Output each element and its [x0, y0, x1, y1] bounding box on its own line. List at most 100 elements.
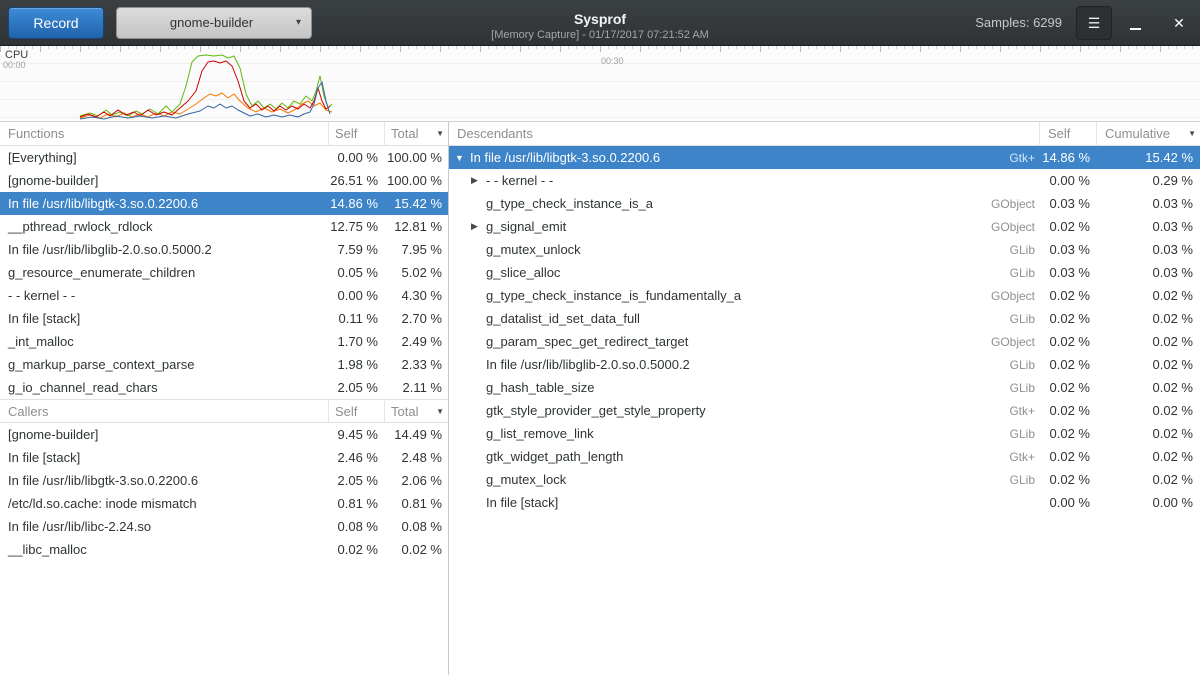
table-row[interactable]: g_type_check_instance_is_fundamentally_a…	[449, 284, 1200, 307]
table-row[interactable]: __pthread_rwlock_rdlock12.75 %12.81 %	[0, 215, 448, 238]
self-value: 0.05 %	[328, 265, 384, 280]
col-total[interactable]: Total ▼	[384, 400, 448, 422]
total-value: 15.42 %	[384, 196, 448, 211]
menu-button[interactable]: ☰	[1076, 6, 1112, 40]
col-descendants[interactable]: Descendants	[449, 126, 919, 141]
expander-icon[interactable]: ▼	[455, 153, 470, 163]
total-value: 2.06 %	[384, 473, 448, 488]
total-value: 7.95 %	[384, 242, 448, 257]
total-value: 12.81 %	[384, 219, 448, 234]
table-row[interactable]: In file /usr/lib/libglib-2.0.so.0.5000.2…	[0, 238, 448, 261]
self-value: 1.98 %	[328, 357, 384, 372]
table-row[interactable]: g_mutex_lockGLib0.02 %0.02 %	[449, 468, 1200, 491]
table-row[interactable]: ▼In file /usr/lib/libgtk-3.so.0.2200.6Gt…	[449, 146, 1200, 169]
expander-icon[interactable]: ▶	[471, 221, 486, 232]
cumulative-value: 0.02 %	[1096, 311, 1200, 326]
table-row[interactable]: In file /usr/lib/libglib-2.0.so.0.5000.2…	[449, 353, 1200, 376]
table-row[interactable]: g_mutex_unlockGLib0.03 %0.03 %	[449, 238, 1200, 261]
table-row[interactable]: g_param_spec_get_redirect_targetGObject0…	[449, 330, 1200, 353]
self-value: 9.45 %	[328, 427, 384, 442]
function-name: __libc_malloc	[0, 542, 328, 557]
library-badge: Gtk+	[919, 450, 1039, 464]
cumulative-value: 0.02 %	[1096, 357, 1200, 372]
self-value: 2.05 %	[328, 473, 384, 488]
cumulative-value: 0.03 %	[1096, 242, 1200, 257]
table-row[interactable]: g_datalist_id_set_data_fullGLib0.02 %0.0…	[449, 307, 1200, 330]
table-row[interactable]: g_list_remove_linkGLib0.02 %0.02 %	[449, 422, 1200, 445]
table-row[interactable]: ▶- - kernel - -0.00 %0.29 %	[449, 169, 1200, 192]
left-pane: Functions Self Total ▼ [Everything]0.00 …	[0, 122, 449, 675]
self-value: 0.02 %	[1039, 472, 1096, 487]
cumulative-value: 0.02 %	[1096, 380, 1200, 395]
table-row[interactable]: In file /usr/lib/libc-2.24.so0.08 %0.08 …	[0, 515, 448, 538]
table-row[interactable]: [Everything]0.00 %100.00 %	[0, 146, 448, 169]
table-row[interactable]: g_hash_table_sizeGLib0.02 %0.02 %	[449, 376, 1200, 399]
samples-count: Samples: 6299	[975, 15, 1062, 30]
table-row[interactable]: _int_malloc1.70 %2.49 %	[0, 330, 448, 353]
function-name: In file /usr/lib/libc-2.24.so	[0, 519, 328, 534]
table-row[interactable]: g_type_check_instance_is_aGObject0.03 %0…	[449, 192, 1200, 215]
close-button[interactable]: ✕	[1164, 8, 1194, 38]
col-callers[interactable]: Callers	[0, 404, 328, 419]
table-row[interactable]: g_resource_enumerate_children0.05 %5.02 …	[0, 261, 448, 284]
col-cumulative-label: Cumulative	[1105, 126, 1170, 141]
table-row[interactable]: [gnome-builder]26.51 %100.00 %	[0, 169, 448, 192]
table-row[interactable]: [gnome-builder]9.45 %14.49 %	[0, 423, 448, 446]
col-total[interactable]: Total ▼	[384, 122, 448, 145]
table-row[interactable]: In file /usr/lib/libgtk-3.so.0.2200.614.…	[0, 192, 448, 215]
total-value: 2.49 %	[384, 334, 448, 349]
total-value: 2.33 %	[384, 357, 448, 372]
col-total-label: Total	[391, 404, 418, 419]
expander-icon[interactable]: ▶	[471, 175, 486, 186]
col-self[interactable]: Self	[328, 122, 384, 145]
function-name: In file /usr/lib/libgtk-3.so.0.2200.6	[0, 473, 328, 488]
target-dropdown[interactable]: gnome-builder ▾	[116, 7, 312, 39]
table-row[interactable]: g_markup_parse_context_parse1.98 %2.33 %	[0, 353, 448, 376]
function-name: /etc/ld.so.cache: inode mismatch	[0, 496, 328, 511]
sort-descending-icon: ▼	[1188, 129, 1196, 138]
self-value: 7.59 %	[328, 242, 384, 257]
close-icon: ✕	[1173, 15, 1185, 32]
self-value: 0.03 %	[1039, 265, 1096, 280]
cpu-graph[interactable]: CPU 00:00 00:30	[0, 46, 1200, 122]
table-row[interactable]: - - kernel - -0.00 %4.30 %	[0, 284, 448, 307]
table-row[interactable]: g_slice_allocGLib0.03 %0.03 %	[449, 261, 1200, 284]
self-value: 0.02 %	[1039, 219, 1096, 234]
record-button[interactable]: Record	[8, 7, 104, 39]
table-row[interactable]: g_io_channel_read_chars2.05 %2.11 %	[0, 376, 448, 399]
self-value: 0.02 %	[1039, 288, 1096, 303]
table-row[interactable]: gtk_style_provider_get_style_propertyGtk…	[449, 399, 1200, 422]
col-cumulative[interactable]: Cumulative ▼	[1096, 122, 1200, 145]
table-row[interactable]: /etc/ld.so.cache: inode mismatch0.81 %0.…	[0, 492, 448, 515]
cumulative-value: 0.02 %	[1096, 403, 1200, 418]
library-badge: GLib	[919, 312, 1039, 326]
table-row[interactable]: ▶g_signal_emitGObject0.02 %0.03 %	[449, 215, 1200, 238]
function-name: gtk_style_provider_get_style_property	[486, 403, 919, 418]
function-name: g_param_spec_get_redirect_target	[486, 334, 919, 349]
function-name: g_markup_parse_context_parse	[0, 357, 328, 372]
table-row[interactable]: In file [stack]2.46 %2.48 %	[0, 446, 448, 469]
total-value: 0.08 %	[384, 519, 448, 534]
function-name: g_mutex_lock	[486, 472, 919, 487]
library-badge: Gtk+	[919, 151, 1039, 165]
function-name: g_io_channel_read_chars	[0, 380, 328, 395]
col-self[interactable]: Self	[328, 400, 384, 422]
function-name: g_type_check_instance_is_a	[486, 196, 919, 211]
self-value: 0.02 %	[1039, 311, 1096, 326]
col-self[interactable]: Self	[1039, 122, 1096, 145]
library-badge: GObject	[919, 220, 1039, 234]
cumulative-value: 0.29 %	[1096, 173, 1200, 188]
minimize-button[interactable]	[1120, 8, 1150, 38]
self-value: 14.86 %	[328, 196, 384, 211]
self-value: 0.11 %	[328, 311, 384, 326]
col-functions[interactable]: Functions	[0, 126, 328, 141]
descendants-table: ▼In file /usr/lib/libgtk-3.so.0.2200.6Gt…	[449, 146, 1200, 514]
table-row[interactable]: In file [stack]0.11 %2.70 %	[0, 307, 448, 330]
sort-descending-icon: ▼	[436, 129, 444, 138]
table-row[interactable]: In file /usr/lib/libgtk-3.so.0.2200.62.0…	[0, 469, 448, 492]
table-row[interactable]: In file [stack]0.00 %0.00 %	[449, 491, 1200, 514]
table-row[interactable]: gtk_widget_path_lengthGtk+0.02 %0.02 %	[449, 445, 1200, 468]
cumulative-value: 0.02 %	[1096, 449, 1200, 464]
self-value: 0.02 %	[1039, 380, 1096, 395]
table-row[interactable]: __libc_malloc0.02 %0.02 %	[0, 538, 448, 561]
